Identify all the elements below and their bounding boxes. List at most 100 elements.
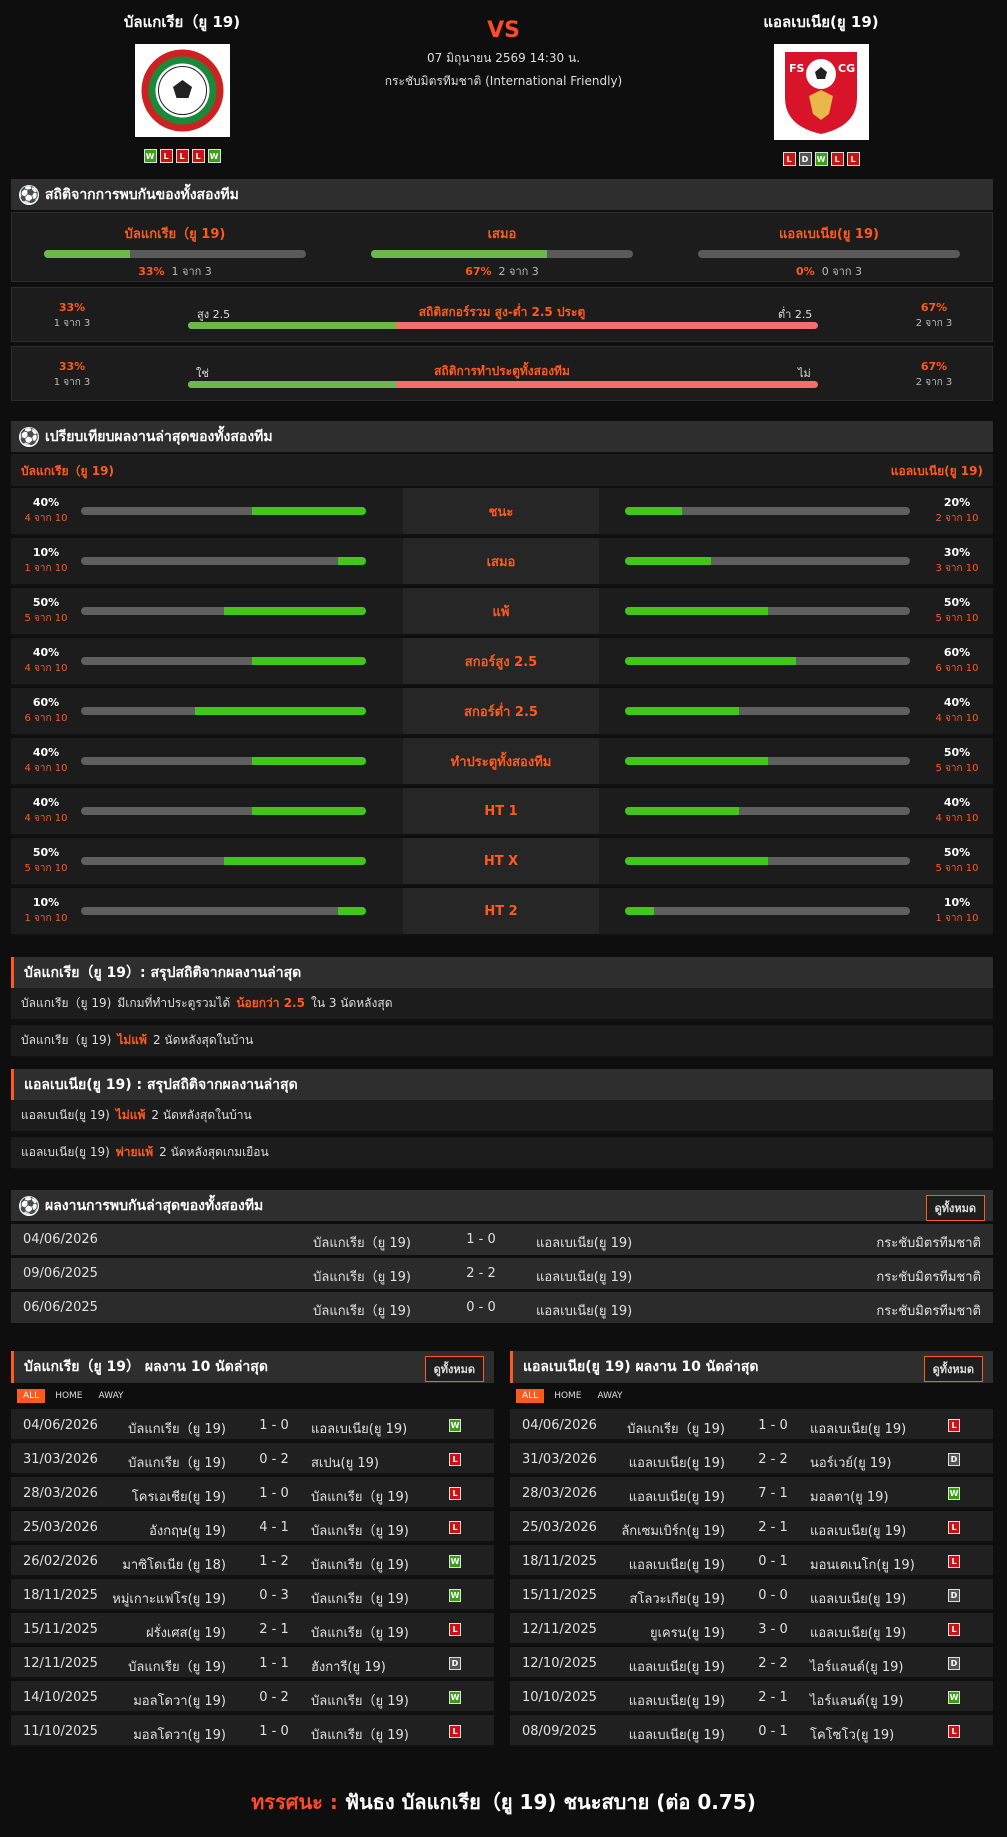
last10-row[interactable]: 18/11/2025 แอลเบเนีย(ยู 19) 0 - 1 มอนเตเนโก… xyxy=(510,1545,993,1577)
btts-title: สถิติการทำประตูทั้งสองทีม xyxy=(434,364,570,378)
h2h-competition: กระชับมิตรทีมชาติ xyxy=(876,1236,981,1251)
last10-row[interactable]: 28/03/2026 โครเอเชีย(ยู 19) 1 - 0 บัลแกเรีย… xyxy=(11,1477,494,1509)
tab-all[interactable]: ALL xyxy=(516,1389,545,1403)
last10-score: 7 - 1 xyxy=(758,1486,788,1501)
last10-home-view-all-button[interactable]: ดูทั้งหมด xyxy=(424,1356,484,1382)
h2h-competition: กระชับมิตรทีมชาติ xyxy=(876,1304,981,1319)
last10-home: บัลแกเรีย（ยู 19) xyxy=(128,1422,226,1437)
last10-away-view-all-button[interactable]: ดูทั้งหมด xyxy=(923,1356,983,1382)
last10-date: 28/03/2026 xyxy=(522,1486,597,1501)
last10-row[interactable]: 26/02/2026 มาซิโดเนีย (ยู 18) 1 - 2 บัลแกเร… xyxy=(11,1545,494,1577)
compare-row-right: 10% 1 จาก 10 xyxy=(599,888,993,934)
compare-left-bar-fill xyxy=(252,757,366,765)
last10-date: 26/02/2026 xyxy=(23,1554,98,1569)
compare-right-count: 3 จาก 10 xyxy=(935,563,979,574)
last10-away: มอนเตเนโก(ยู 19) xyxy=(810,1558,915,1573)
last10-row[interactable]: 14/10/2025 มอลโดวา(ยู 19) 0 - 2 บัลแกเรีย（ย… xyxy=(11,1681,494,1713)
last10-row[interactable]: 12/11/2025 บัลแกเรีย（ยู 19) 1 - 1 ฮังการี(ย… xyxy=(11,1647,494,1679)
compare-right-pct-block: 50% 5 จาก 10 xyxy=(922,845,992,877)
compare-row-right: 30% 3 จาก 10 xyxy=(599,538,993,584)
h2h-view-all-button[interactable]: ดูทั้งหมด xyxy=(925,1195,985,1221)
last10-row[interactable]: 04/06/2026 บัลแกเรีย（ยู 19) 1 - 0 แอลเบเนีย… xyxy=(510,1409,993,1441)
last10-date: 08/09/2025 xyxy=(522,1724,597,1739)
last10-score: 0 - 2 xyxy=(259,1452,289,1467)
last10-row[interactable]: 28/03/2026 แอลเบเนีย(ยู 19) 7 - 1 มอลตา(ยู … xyxy=(510,1477,993,1509)
compare-row-label: สกอร์สูง 2.5 xyxy=(403,638,599,684)
last10-row[interactable]: 12/11/2025 ยูเครน(ยู 19) 3 - 0 แอลเบเนีย(ยู… xyxy=(510,1613,993,1645)
compare-right-bar xyxy=(625,707,910,715)
compare-left-bar xyxy=(81,857,366,865)
compare-right-pct-block: 50% 5 จาก 10 xyxy=(922,745,992,777)
home-team-logo xyxy=(134,44,230,137)
h2h-row[interactable]: 06/06/2025 บัลแกเรีย（ยู 19) 0 - 0 แอลเบเนีย… xyxy=(11,1292,993,1323)
last10-away: บัลแกเรีย（ยู 19) xyxy=(311,1558,409,1573)
form-badge: L xyxy=(846,152,860,166)
h2h-row[interactable]: 04/06/2026 บัลแกเรีย（ยู 19) 1 - 0 แอลเบเนีย… xyxy=(11,1224,993,1255)
goals-right-count: 2 จาก 3 xyxy=(915,318,953,329)
last10-row[interactable]: 11/10/2025 มอลโดวา(ยู 19) 1 - 0 บัลแกเรีย（ย… xyxy=(11,1715,494,1747)
goals-left-count: 1 จาก 3 xyxy=(53,318,91,329)
home-form-list: WLLLW xyxy=(143,149,221,163)
tab-home[interactable]: HOME xyxy=(49,1389,88,1403)
tab-away[interactable]: AWAY xyxy=(93,1389,130,1403)
last10-score: 0 - 3 xyxy=(259,1588,289,1603)
match-info: VS 07 มิถุนายน 2569 14:30 น. กระชับมิตรท… xyxy=(300,18,707,91)
last10-row[interactable]: 31/03/2026 บัลแกเรีย（ยู 19) 0 - 2 สเปน(ยู 1… xyxy=(11,1443,494,1475)
last10-home: บัลแกเรีย（ยู 19) xyxy=(128,1456,226,1471)
tab-all[interactable]: ALL xyxy=(17,1389,46,1403)
last10-score: 4 - 1 xyxy=(259,1520,289,1535)
away-team-block[interactable]: แอลเบเนีย(ยู 19) FS CG LDWLL xyxy=(741,10,901,166)
compare-right-pct: 60% xyxy=(943,646,971,659)
soccer-ball-icon: ⚽ xyxy=(19,184,39,205)
compare-left-pct: 40% xyxy=(32,796,60,809)
h2h-away: แอลเบเนีย(ยู 19) xyxy=(536,1304,633,1319)
last10-row[interactable]: 18/11/2025 หมู่เกาะแฟโร(ยู 19) 0 - 3 บัลแกเ… xyxy=(11,1579,494,1611)
compare-right-bar xyxy=(625,657,910,665)
last10-row[interactable]: 25/03/2026 อังกฤษ(ยู 19) 4 - 1 บัลแกเรีย（ยู… xyxy=(11,1511,494,1543)
compare-row-label: ทำประตูทั้งสองทีม xyxy=(403,738,599,784)
h2h-row[interactable]: 09/06/2025 บัลแกเรีย（ยู 19) 2 - 2 แอลเบเนีย… xyxy=(11,1258,993,1289)
h2h-away: แอลเบเนีย(ยู 19) xyxy=(536,1270,633,1285)
last10-row[interactable]: 15/11/2025 ฝรั่งเศส(ยู 19) 2 - 1 บัลแกเรีย（… xyxy=(11,1613,494,1645)
h2h-home-pct: 33% xyxy=(138,265,165,278)
last10-row[interactable]: 31/03/2026 แอลเบเนีย(ยู 19) 2 - 2 นอร์เวย์(… xyxy=(510,1443,993,1475)
last10-score: 1 - 0 xyxy=(259,1486,289,1501)
summary-post: 2 นัดหลังสุดในบ้าน xyxy=(152,1033,254,1047)
tab-home[interactable]: HOME xyxy=(548,1389,587,1403)
compare-row: 10% 1 จาก 10 HT 2 10% 1 จาก 10 xyxy=(11,888,993,936)
last10-row[interactable]: 15/11/2025 สโลวะเกีย(ยู 19) 0 - 0 แอลเบเนีย… xyxy=(510,1579,993,1611)
compare-row-label: HT X xyxy=(403,838,599,884)
compare-row-right: 50% 5 จาก 10 xyxy=(599,588,993,634)
last10-row[interactable]: 25/03/2026 ลักเซมเบิร์ก(ยู 19) 2 - 1 แอลเบเ… xyxy=(510,1511,993,1543)
compare-right-bar-fill xyxy=(625,807,739,815)
compare-row-label: HT 2 xyxy=(403,888,599,934)
h2h-home: บัลแกเรีย（ยู 19) xyxy=(313,1236,411,1251)
last10-date: 04/06/2026 xyxy=(23,1418,98,1433)
result-badge: L xyxy=(948,1521,960,1534)
svg-text:CG: CG xyxy=(838,62,855,75)
summary-home-title: บัลแกเรีย（ยู 19）: สรุปสถิติจากผลงานล่าสุ… xyxy=(24,964,302,981)
last10-row[interactable]: 10/10/2025 แอลเบเนีย(ยู 19) 2 - 1 ไอร์แลนด์… xyxy=(510,1681,993,1713)
last10-score: 0 - 1 xyxy=(758,1724,788,1739)
result-badge: L xyxy=(948,1419,960,1432)
match-competition: กระชับมิตรทีมชาติ (International Friendl… xyxy=(384,74,623,88)
btts-left-label: ใช่ xyxy=(196,367,209,380)
compare-right-pct: 50% xyxy=(943,846,971,859)
last10-home: บัลแกเรีย（ยู 19) xyxy=(128,1660,226,1675)
last10-row[interactable]: 08/09/2025 แอลเบเนีย(ยู 19) 0 - 1 โคโซโว(ยู… xyxy=(510,1715,993,1747)
summary-row: บัลแกเรีย（ยู 19) ไม่แพ้ 2 นัดหลังสุดในบ้าน xyxy=(11,1025,993,1058)
tab-away[interactable]: AWAY xyxy=(592,1389,629,1403)
summary-away-header: แอลเบเนีย(ยู 19) : สรุปสถิติจากผลงานล่าส… xyxy=(11,1069,993,1100)
last10-away: บัลแกเรีย（ยู 19) xyxy=(311,1728,409,1743)
btts-left-pct: 33% xyxy=(58,360,86,373)
result-badge: W xyxy=(948,1691,960,1704)
compare-row: 40% 4 จาก 10 ทำประตูทั้งสองทีม 50% 5 จาก 10 xyxy=(11,738,993,786)
last10-away: ฮังการี(ยู 19) xyxy=(311,1660,386,1675)
h2h-results-title: ผลงานการพบกันล่าสุดของทั้งสองทีม xyxy=(45,1197,264,1214)
last10-home-header: บัลแกเรีย（ยู 19） ผลงาน 10 นัดล่าสุด ดูทั… xyxy=(11,1351,494,1383)
last10-row[interactable]: 12/10/2025 แอลเบเนีย(ยู 19) 2 - 2 ไอร์แลนด์… xyxy=(510,1647,993,1679)
last10-row[interactable]: 04/06/2026 บัลแกเรีย（ยู 19) 1 - 0 แอลเบเนีย… xyxy=(11,1409,494,1441)
home-team-block[interactable]: บัลแกเรีย（ยู 19) WLLLW xyxy=(102,10,262,163)
last10-date: 11/10/2025 xyxy=(23,1724,98,1739)
compare-left-pct: 40% xyxy=(32,646,60,659)
